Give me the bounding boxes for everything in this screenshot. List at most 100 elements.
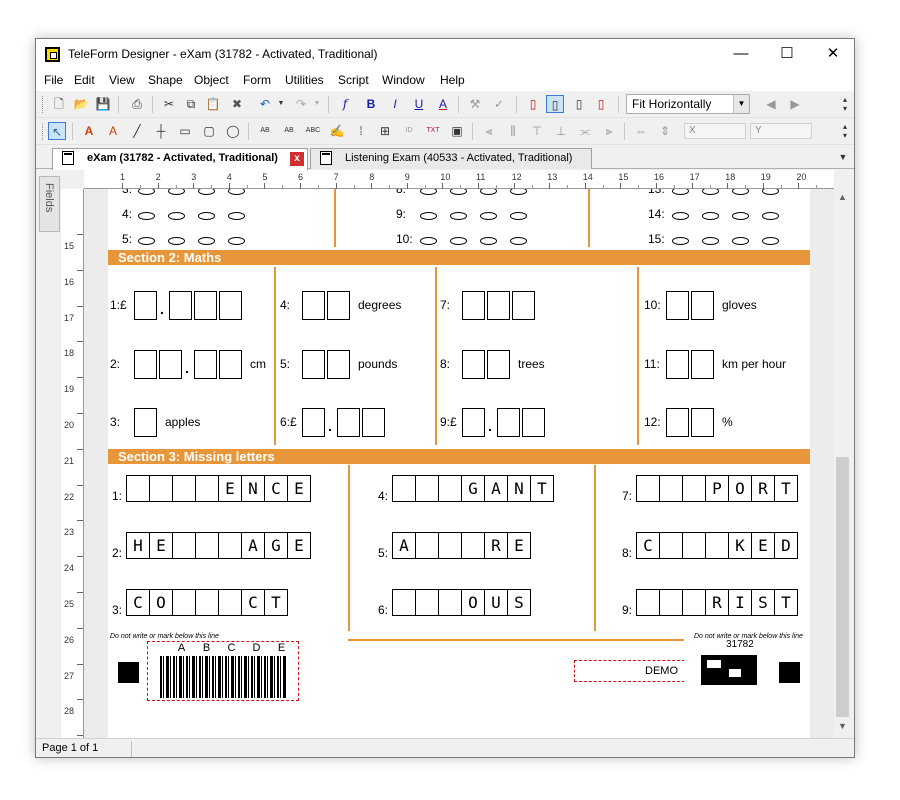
size-width-icon[interactable]: ⇔	[632, 122, 650, 140]
spell-check-icon[interactable]: ✓	[490, 95, 508, 113]
answer-digit-box[interactable]	[487, 350, 510, 379]
answer-digit-box[interactable]	[691, 408, 714, 437]
letter-box[interactable]: C	[241, 589, 265, 616]
answer-bubble[interactable]	[228, 212, 245, 220]
letter-box[interactable]	[392, 589, 416, 616]
answer-bubble[interactable]	[138, 237, 155, 245]
new-file-icon[interactable]: 🗋	[50, 95, 68, 113]
answer-bubble[interactable]	[732, 189, 749, 195]
x-coordinate-field[interactable]: X	[684, 123, 746, 139]
maximize-button[interactable]: ☐	[764, 39, 810, 70]
minimize-button[interactable]: —	[718, 39, 764, 70]
answer-bubble[interactable]	[702, 189, 719, 195]
answer-digit-box[interactable]	[219, 291, 242, 320]
align-middle-icon[interactable]: ⫘	[576, 122, 594, 140]
letter-box[interactable]	[415, 475, 439, 502]
zoom-select[interactable]: Fit Horizontally ▼	[626, 94, 750, 114]
copy-icon[interactable]: ⧉	[182, 95, 200, 113]
letter-box[interactable]: O	[149, 589, 173, 616]
answer-digit-box[interactable]	[169, 291, 192, 320]
letter-box[interactable]	[218, 589, 242, 616]
toolbar-grip[interactable]	[42, 96, 44, 113]
answer-bubble[interactable]	[198, 189, 215, 195]
menu-edit[interactable]: Edit	[74, 73, 95, 87]
answer-digit-box[interactable]	[134, 350, 157, 379]
toolbar-overflow-icon[interactable]: ▴ ▾	[836, 122, 854, 140]
letter-box[interactable]: N	[241, 475, 265, 502]
answer-bubble[interactable]	[672, 212, 689, 220]
letter-box[interactable]: T	[774, 589, 798, 616]
menu-file[interactable]: File	[44, 73, 63, 87]
check-form-icon[interactable]: ⚒	[466, 95, 484, 113]
id-field-icon[interactable]: ID	[400, 122, 418, 140]
letter-box[interactable]: C	[636, 532, 660, 559]
size-height-icon[interactable]: ⇕	[656, 122, 674, 140]
answer-bubble[interactable]	[510, 237, 527, 245]
answer-digit-box[interactable]	[666, 350, 689, 379]
answer-digit-box[interactable]	[302, 350, 325, 379]
letter-box[interactable]: R	[484, 532, 508, 559]
letter-box[interactable]	[438, 589, 462, 616]
answer-bubble[interactable]	[228, 189, 245, 195]
choice-field-icon[interactable]: ⁞	[352, 122, 370, 140]
answer-bubble[interactable]	[420, 189, 437, 195]
answer-digit-box[interactable]	[362, 408, 385, 437]
answer-bubble[interactable]	[228, 237, 245, 245]
letter-box[interactable]	[392, 475, 416, 502]
font-color-button[interactable]: A	[434, 95, 452, 113]
answer-digit-box[interactable]	[159, 350, 182, 379]
answer-digit-box[interactable]	[302, 291, 325, 320]
letter-box[interactable]	[682, 532, 706, 559]
image-zone-icon[interactable]: ▣	[448, 122, 466, 140]
answer-digit-box[interactable]	[219, 350, 242, 379]
line-tool-icon[interactable]: ╱	[128, 122, 146, 140]
cut-icon[interactable]: ✂	[160, 95, 178, 113]
answer-digit-box[interactable]	[337, 408, 360, 437]
answer-digit-box[interactable]	[327, 350, 350, 379]
letter-box[interactable]: I	[728, 589, 752, 616]
signature-icon[interactable]: ✍	[328, 122, 346, 140]
letter-box[interactable]: E	[287, 532, 311, 559]
answer-bubble[interactable]	[480, 212, 497, 220]
select-pointer-icon[interactable]: ↖	[48, 122, 66, 140]
letter-box[interactable]	[415, 532, 439, 559]
answer-digit-box[interactable]	[462, 350, 485, 379]
letter-box[interactable]	[438, 475, 462, 502]
answer-bubble[interactable]	[510, 189, 527, 195]
save-icon[interactable]: 💾	[94, 95, 112, 113]
answer-digit-box[interactable]	[134, 408, 157, 437]
answer-bubble[interactable]	[138, 189, 155, 195]
letter-box[interactable]: T	[530, 475, 554, 502]
page-properties-icon[interactable]: ▯	[592, 95, 610, 113]
answer-digit-box[interactable]	[691, 350, 714, 379]
tab-list-dropdown-icon[interactable]: ▼	[834, 148, 852, 166]
answer-bubble[interactable]	[480, 237, 497, 245]
answer-bubble[interactable]	[702, 212, 719, 220]
menu-form[interactable]: Form	[243, 73, 271, 87]
ellipse-tool-icon[interactable]: ◯	[224, 122, 242, 140]
menu-script[interactable]: Script	[338, 73, 369, 87]
y-coordinate-field[interactable]: Y	[750, 123, 812, 139]
letter-box[interactable]	[682, 475, 706, 502]
answer-bubble[interactable]	[450, 189, 467, 195]
toolbar-grip[interactable]	[42, 123, 44, 140]
paste-icon[interactable]: 📋	[204, 95, 222, 113]
letter-box[interactable]: T	[774, 475, 798, 502]
answer-bubble[interactable]	[168, 237, 185, 245]
blank-page-icon[interactable]: ▯	[570, 95, 588, 113]
letter-box[interactable]	[438, 532, 462, 559]
menu-object[interactable]: Object	[194, 73, 229, 87]
answer-digit-box[interactable]	[462, 408, 485, 437]
menu-utilities[interactable]: Utilities	[285, 73, 324, 87]
letter-box[interactable]	[149, 475, 173, 502]
open-folder-icon[interactable]: 📂	[72, 95, 90, 113]
answer-digit-box[interactable]	[666, 291, 689, 320]
letter-box[interactable]	[195, 475, 219, 502]
italic-button[interactable]: I	[386, 95, 404, 113]
letter-box[interactable]: A	[241, 532, 265, 559]
letter-box[interactable]: E	[218, 475, 242, 502]
letter-box[interactable]: C	[264, 475, 288, 502]
answer-bubble[interactable]	[672, 189, 689, 195]
letter-box[interactable]: R	[705, 589, 729, 616]
machine-print-icon[interactable]: ABC	[304, 122, 322, 140]
